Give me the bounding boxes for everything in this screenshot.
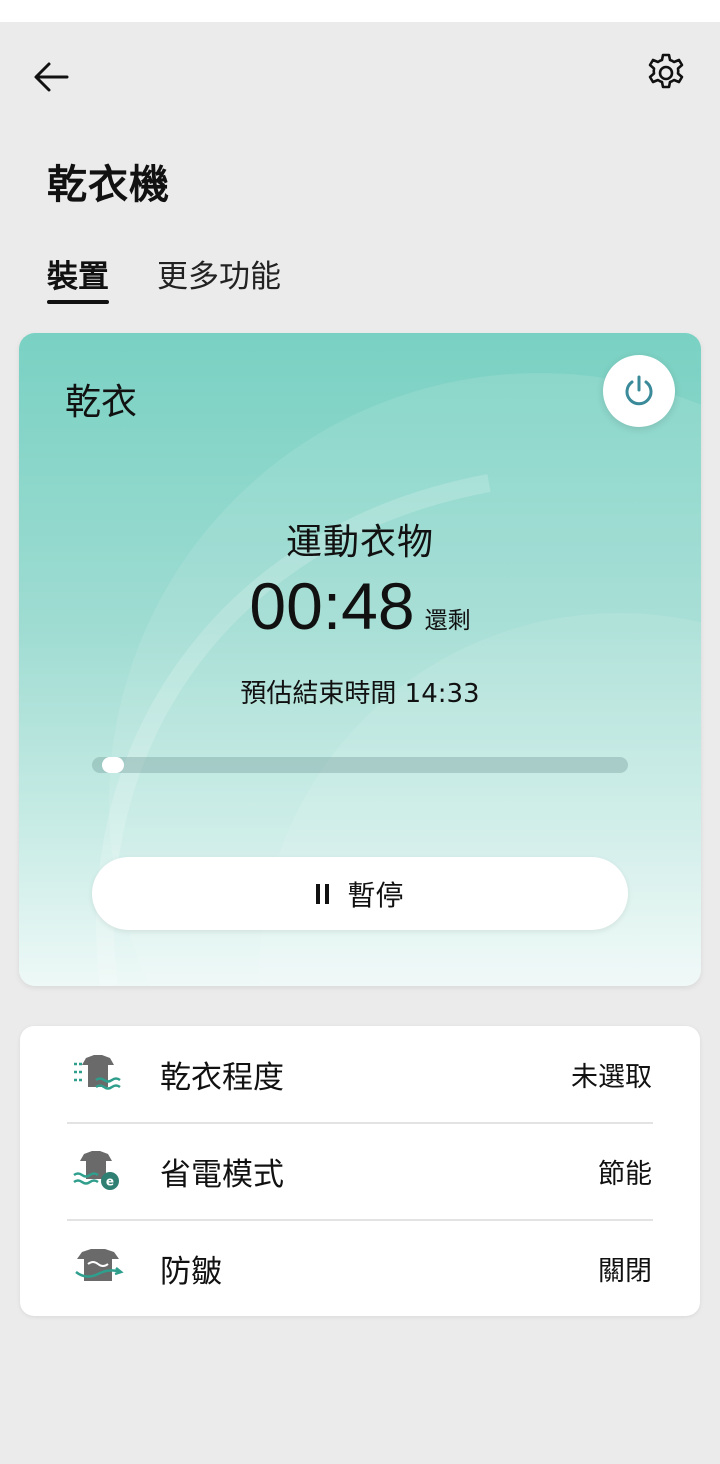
page-title: 乾衣機 xyxy=(47,162,170,208)
tab-device[interactable]: 裝置 xyxy=(47,256,109,306)
power-button[interactable] xyxy=(603,355,675,427)
mode-title: 乾衣 xyxy=(65,382,138,423)
pause-button[interactable]: 暫停 xyxy=(92,857,628,930)
settings-list: 乾衣程度 未選取 e 省電模式 節能 防皺 關閉 xyxy=(20,1026,700,1316)
setting-value: 關閉 xyxy=(598,1255,652,1287)
svg-text:e: e xyxy=(106,1175,114,1189)
status-bar xyxy=(0,0,720,22)
remaining-suffix: 還剩 xyxy=(424,608,471,634)
power-icon xyxy=(625,375,653,406)
eco-mode-icon: e xyxy=(73,1151,119,1190)
tab-bar: 裝置 更多功能 xyxy=(47,256,281,306)
setting-value: 節能 xyxy=(598,1158,652,1190)
pause-label: 暫停 xyxy=(347,878,404,912)
setting-row-drying-level[interactable]: 乾衣程度 未選取 xyxy=(20,1026,700,1122)
remaining-time-row: 00:48 還剩 xyxy=(19,569,701,643)
settings-button[interactable] xyxy=(642,49,690,97)
setting-row-eco-mode[interactable]: e 省電模式 節能 xyxy=(20,1123,700,1219)
pause-icon xyxy=(316,883,330,904)
progress-bar xyxy=(92,757,628,773)
status-card: 乾衣 運動衣物 00:48 還剩 預估結束時間 14:33 暫停 xyxy=(19,333,701,986)
back-button[interactable] xyxy=(26,54,76,100)
drying-level-icon xyxy=(74,1055,121,1090)
tab-more-functions[interactable]: 更多功能 xyxy=(157,256,281,306)
arrow-left-icon xyxy=(34,62,69,92)
setting-row-anti-wrinkle[interactable]: 防皺 關閉 xyxy=(20,1220,700,1316)
estimated-end-time: 預估結束時間 14:33 xyxy=(240,679,480,709)
progress-indicator xyxy=(102,757,125,773)
gear-icon xyxy=(648,53,684,89)
course-name: 運動衣物 xyxy=(285,522,434,563)
remaining-time: 00:48 xyxy=(249,569,415,643)
setting-label: 防皺 xyxy=(160,1253,222,1290)
setting-label: 省電模式 xyxy=(160,1156,284,1193)
setting-value: 未選取 xyxy=(571,1061,652,1093)
setting-label: 乾衣程度 xyxy=(160,1059,284,1096)
anti-wrinkle-icon xyxy=(75,1249,124,1281)
app-header xyxy=(0,22,720,132)
